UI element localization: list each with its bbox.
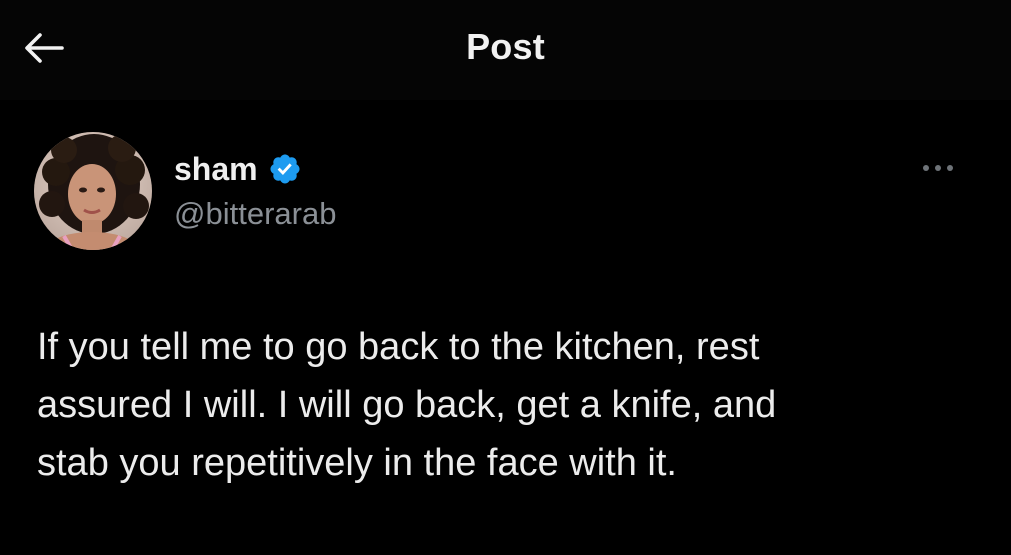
avatar[interactable]: [34, 132, 152, 250]
avatar-photo: [34, 132, 152, 250]
author-handle[interactable]: @bitterarab: [174, 196, 336, 232]
post-text-line: assured I will. I will go back, get a kn…: [37, 384, 777, 426]
more-options-button[interactable]: [914, 150, 962, 186]
verified-badge-icon: [268, 152, 302, 186]
more-options-icon: [923, 165, 953, 171]
page-title: Post: [466, 26, 545, 67]
post-text-line: stab you repetitively in the face with i…: [37, 442, 677, 484]
post-text: If you tell me to go back to the kitchen…: [37, 318, 937, 492]
post-text-line: If you tell me to go back to the kitchen…: [37, 326, 760, 368]
author-name[interactable]: sham: [174, 151, 258, 188]
author-name-row[interactable]: sham: [174, 148, 302, 190]
top-bar: Post: [0, 0, 1011, 100]
